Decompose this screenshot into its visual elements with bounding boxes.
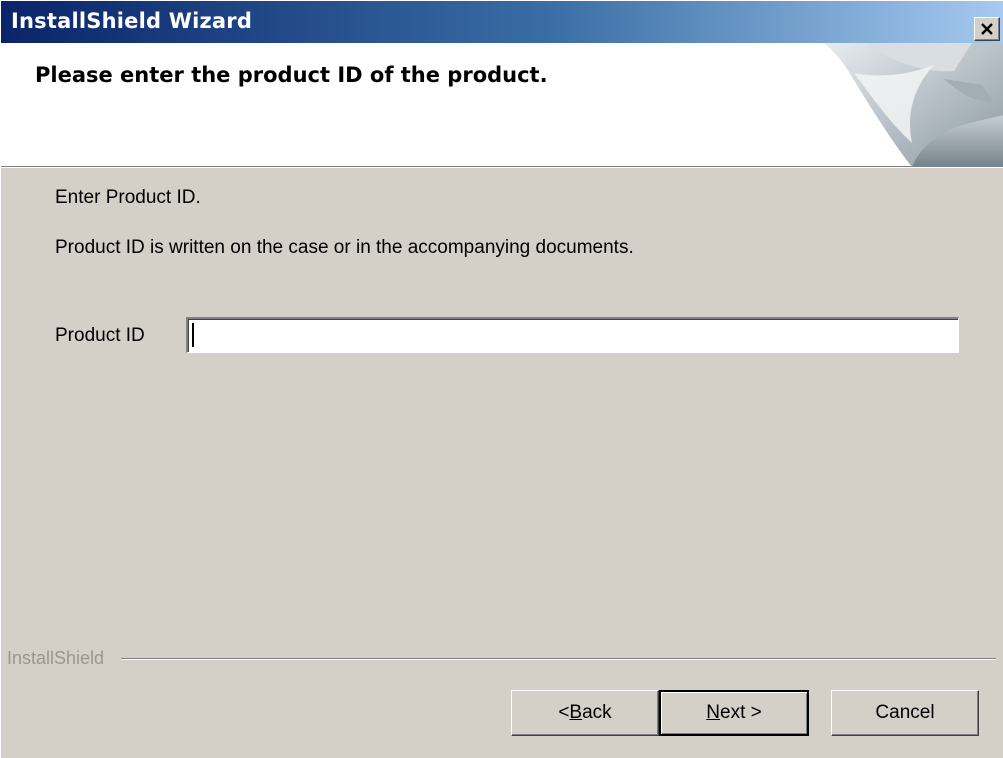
back-accel: B bbox=[569, 702, 583, 723]
next-accel: N bbox=[706, 702, 720, 723]
cancel-button[interactable]: Cancel bbox=[831, 690, 979, 736]
back-button[interactable]: < Back bbox=[511, 690, 659, 736]
text-caret bbox=[192, 323, 194, 347]
hint-text: Product ID is written on the case or in … bbox=[55, 237, 634, 258]
header-banner: Please enter the product ID of the produ… bbox=[1, 43, 1003, 167]
page-title: Please enter the product ID of the produ… bbox=[35, 63, 548, 87]
next-button[interactable]: Next > bbox=[659, 690, 809, 736]
product-id-input[interactable] bbox=[186, 317, 959, 353]
back-button-prefix: < bbox=[558, 702, 570, 723]
close-button[interactable] bbox=[974, 17, 1000, 41]
instruction-text: Enter Product ID. bbox=[55, 187, 201, 208]
installshield-wizard-window: InstallShield Wizard Please enter the pr… bbox=[0, 0, 1003, 758]
footer-separator-highlight bbox=[121, 659, 996, 660]
banner-divider bbox=[1, 167, 1003, 168]
back-button-rest: ack bbox=[582, 702, 612, 723]
close-icon bbox=[981, 23, 993, 35]
installshield-brand-label: InstallShield bbox=[7, 648, 111, 669]
next-button-rest: ext > bbox=[720, 702, 762, 723]
product-id-label: Product ID bbox=[55, 325, 145, 346]
window-title: InstallShield Wizard bbox=[11, 9, 253, 33]
installshield-banner-graphic bbox=[824, 43, 1003, 167]
title-bar[interactable]: InstallShield Wizard bbox=[1, 1, 1003, 43]
